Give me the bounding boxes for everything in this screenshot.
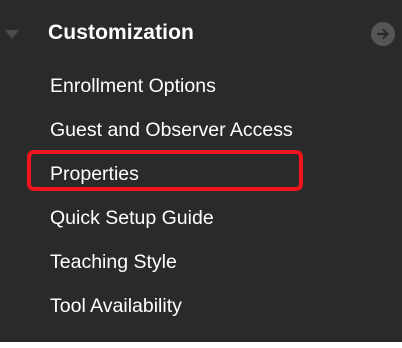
menu-item-properties[interactable]: Properties: [0, 154, 402, 198]
menu-item-label: Tool Availability: [50, 295, 182, 317]
menu-item-enrollment-options[interactable]: Enrollment Options: [0, 66, 402, 110]
menu-item-teaching-style[interactable]: Teaching Style: [0, 242, 402, 286]
menu-item-quick-setup-guide[interactable]: Quick Setup Guide: [0, 198, 402, 242]
menu-item-label: Guest and Observer Access: [50, 119, 293, 141]
menu-item-label: Properties: [50, 163, 139, 185]
arrow-right-circle-icon[interactable]: [371, 22, 395, 46]
menu-item-label: Quick Setup Guide: [50, 207, 214, 229]
caret-down-icon[interactable]: [5, 30, 19, 39]
course-management-panel: Customization Enrollment Options Guest a…: [0, 0, 402, 348]
customization-section-header[interactable]: Customization: [0, 14, 402, 58]
menu-item-guest-and-observer-access[interactable]: Guest and Observer Access: [0, 110, 402, 154]
customization-menu: Enrollment Options Guest and Observer Ac…: [0, 66, 402, 330]
menu-item-tool-availability[interactable]: Tool Availability: [0, 286, 402, 330]
menu-item-label: Teaching Style: [50, 251, 177, 273]
menu-item-label: Enrollment Options: [50, 75, 216, 97]
section-title: Customization: [48, 21, 194, 44]
bottom-edge-divider: [0, 342, 402, 348]
